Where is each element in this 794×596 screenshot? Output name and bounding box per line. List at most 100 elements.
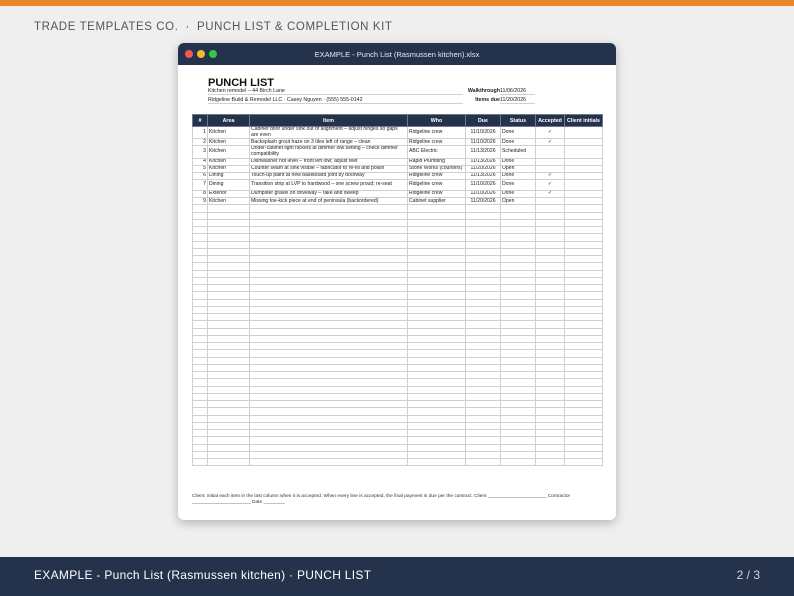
cell-due[interactable]: 11/10/2026	[465, 125, 501, 140]
empty-cell[interactable]	[564, 240, 603, 249]
empty-cell[interactable]	[249, 276, 408, 286]
empty-cell[interactable]	[192, 327, 208, 336]
cell-area[interactable]: Dining	[207, 179, 250, 191]
empty-cell[interactable]	[407, 349, 466, 358]
empty-cell[interactable]	[535, 363, 565, 373]
empty-cell[interactable]	[500, 298, 536, 307]
empty-cell[interactable]	[564, 291, 603, 300]
empty-cell[interactable]	[407, 276, 466, 286]
cell-status[interactable]: Done	[500, 157, 536, 166]
empty-cell[interactable]	[207, 429, 250, 438]
empty-cell[interactable]	[407, 320, 466, 329]
empty-cell[interactable]	[407, 291, 466, 300]
empty-cell[interactable]	[564, 226, 603, 235]
cell-due[interactable]: 11/20/2026	[465, 197, 501, 206]
empty-cell[interactable]	[564, 436, 603, 445]
empty-cell[interactable]	[207, 240, 250, 249]
empty-cell[interactable]	[207, 342, 250, 351]
cell-client-initials[interactable]	[564, 179, 603, 191]
empty-cell[interactable]	[249, 204, 408, 213]
cell-item[interactable]: Dishwasher not level – front left low; a…	[249, 157, 408, 166]
empty-cell[interactable]	[249, 334, 408, 344]
empty-cell[interactable]	[207, 414, 250, 423]
empty-cell[interactable]	[465, 334, 501, 344]
cell-item[interactable]: Counter seam at sink visible – fabricato…	[249, 164, 408, 174]
empty-cell[interactable]	[500, 255, 536, 264]
cell-area[interactable]: Kitchen	[207, 197, 250, 206]
empty-cell[interactable]	[207, 334, 250, 344]
empty-cell[interactable]	[192, 429, 208, 438]
empty-cell[interactable]	[207, 356, 250, 365]
cell-area[interactable]: Kitchen	[207, 125, 250, 140]
empty-cell[interactable]	[564, 334, 603, 344]
empty-cell[interactable]	[249, 226, 408, 235]
empty-cell[interactable]	[192, 291, 208, 300]
empty-cell[interactable]	[535, 371, 565, 380]
cell-number[interactable]: 9	[192, 197, 208, 206]
cell-client-initials[interactable]	[564, 125, 603, 140]
empty-cell[interactable]	[465, 262, 501, 271]
cell-number[interactable]: 8	[192, 189, 208, 199]
empty-cell[interactable]	[535, 313, 565, 322]
empty-cell[interactable]	[500, 429, 536, 438]
empty-cell[interactable]	[564, 342, 603, 351]
empty-cell[interactable]	[207, 255, 250, 264]
empty-cell[interactable]	[207, 233, 250, 242]
empty-cell[interactable]	[500, 458, 536, 467]
cell-client-initials[interactable]	[564, 145, 603, 159]
empty-cell[interactable]	[207, 458, 250, 467]
empty-cell[interactable]	[192, 371, 208, 380]
empty-cell[interactable]	[465, 349, 501, 358]
cell-accepted[interactable]	[535, 157, 565, 166]
cell-accepted[interactable]	[535, 197, 565, 206]
empty-cell[interactable]	[192, 276, 208, 286]
empty-cell[interactable]	[249, 450, 408, 460]
cell-status[interactable]: Open	[500, 164, 536, 174]
empty-cell[interactable]	[465, 342, 501, 351]
empty-cell[interactable]	[207, 276, 250, 286]
cell-who[interactable]: Ridgeline crew	[407, 179, 466, 191]
col-header-item[interactable]: Item	[249, 114, 408, 127]
empty-cell[interactable]	[192, 392, 208, 402]
empty-cell[interactable]	[249, 421, 408, 431]
cell-item[interactable]: Backsplash grout haze on 3 tiles left of…	[249, 138, 408, 147]
empty-cell[interactable]	[500, 414, 536, 423]
empty-cell[interactable]	[500, 450, 536, 460]
cell-accepted[interactable]	[535, 145, 565, 159]
empty-cell[interactable]	[192, 262, 208, 271]
cell-status[interactable]: Done	[500, 125, 536, 140]
empty-cell[interactable]	[564, 204, 603, 213]
empty-cell[interactable]	[564, 429, 603, 438]
empty-cell[interactable]	[564, 284, 603, 293]
empty-cell[interactable]	[249, 233, 408, 242]
empty-cell[interactable]	[564, 262, 603, 271]
empty-cell[interactable]	[207, 262, 250, 271]
empty-cell[interactable]	[192, 385, 208, 394]
empty-cell[interactable]	[500, 305, 536, 315]
empty-cell[interactable]	[407, 436, 466, 445]
empty-cell[interactable]	[564, 276, 603, 286]
empty-cell[interactable]	[249, 269, 408, 278]
empty-cell[interactable]	[535, 218, 565, 228]
empty-cell[interactable]	[192, 356, 208, 365]
empty-cell[interactable]	[207, 400, 250, 409]
cell-area[interactable]: Kitchen	[207, 138, 250, 147]
empty-cell[interactable]	[465, 327, 501, 336]
empty-cell[interactable]	[192, 450, 208, 460]
empty-cell[interactable]	[564, 443, 603, 452]
empty-cell[interactable]	[192, 414, 208, 423]
empty-cell[interactable]	[207, 226, 250, 235]
empty-cell[interactable]	[407, 218, 466, 228]
empty-cell[interactable]	[407, 378, 466, 387]
empty-cell[interactable]	[249, 247, 408, 257]
empty-cell[interactable]	[249, 218, 408, 228]
cell-number[interactable]: 6	[192, 172, 208, 181]
cell-client-initials[interactable]	[564, 189, 603, 199]
empty-cell[interactable]	[500, 284, 536, 293]
empty-cell[interactable]	[500, 436, 536, 445]
empty-cell[interactable]	[564, 421, 603, 431]
cell-status[interactable]: Done	[500, 172, 536, 181]
empty-cell[interactable]	[192, 400, 208, 409]
empty-cell[interactable]	[407, 443, 466, 452]
col-header-number[interactable]: #	[192, 114, 208, 127]
